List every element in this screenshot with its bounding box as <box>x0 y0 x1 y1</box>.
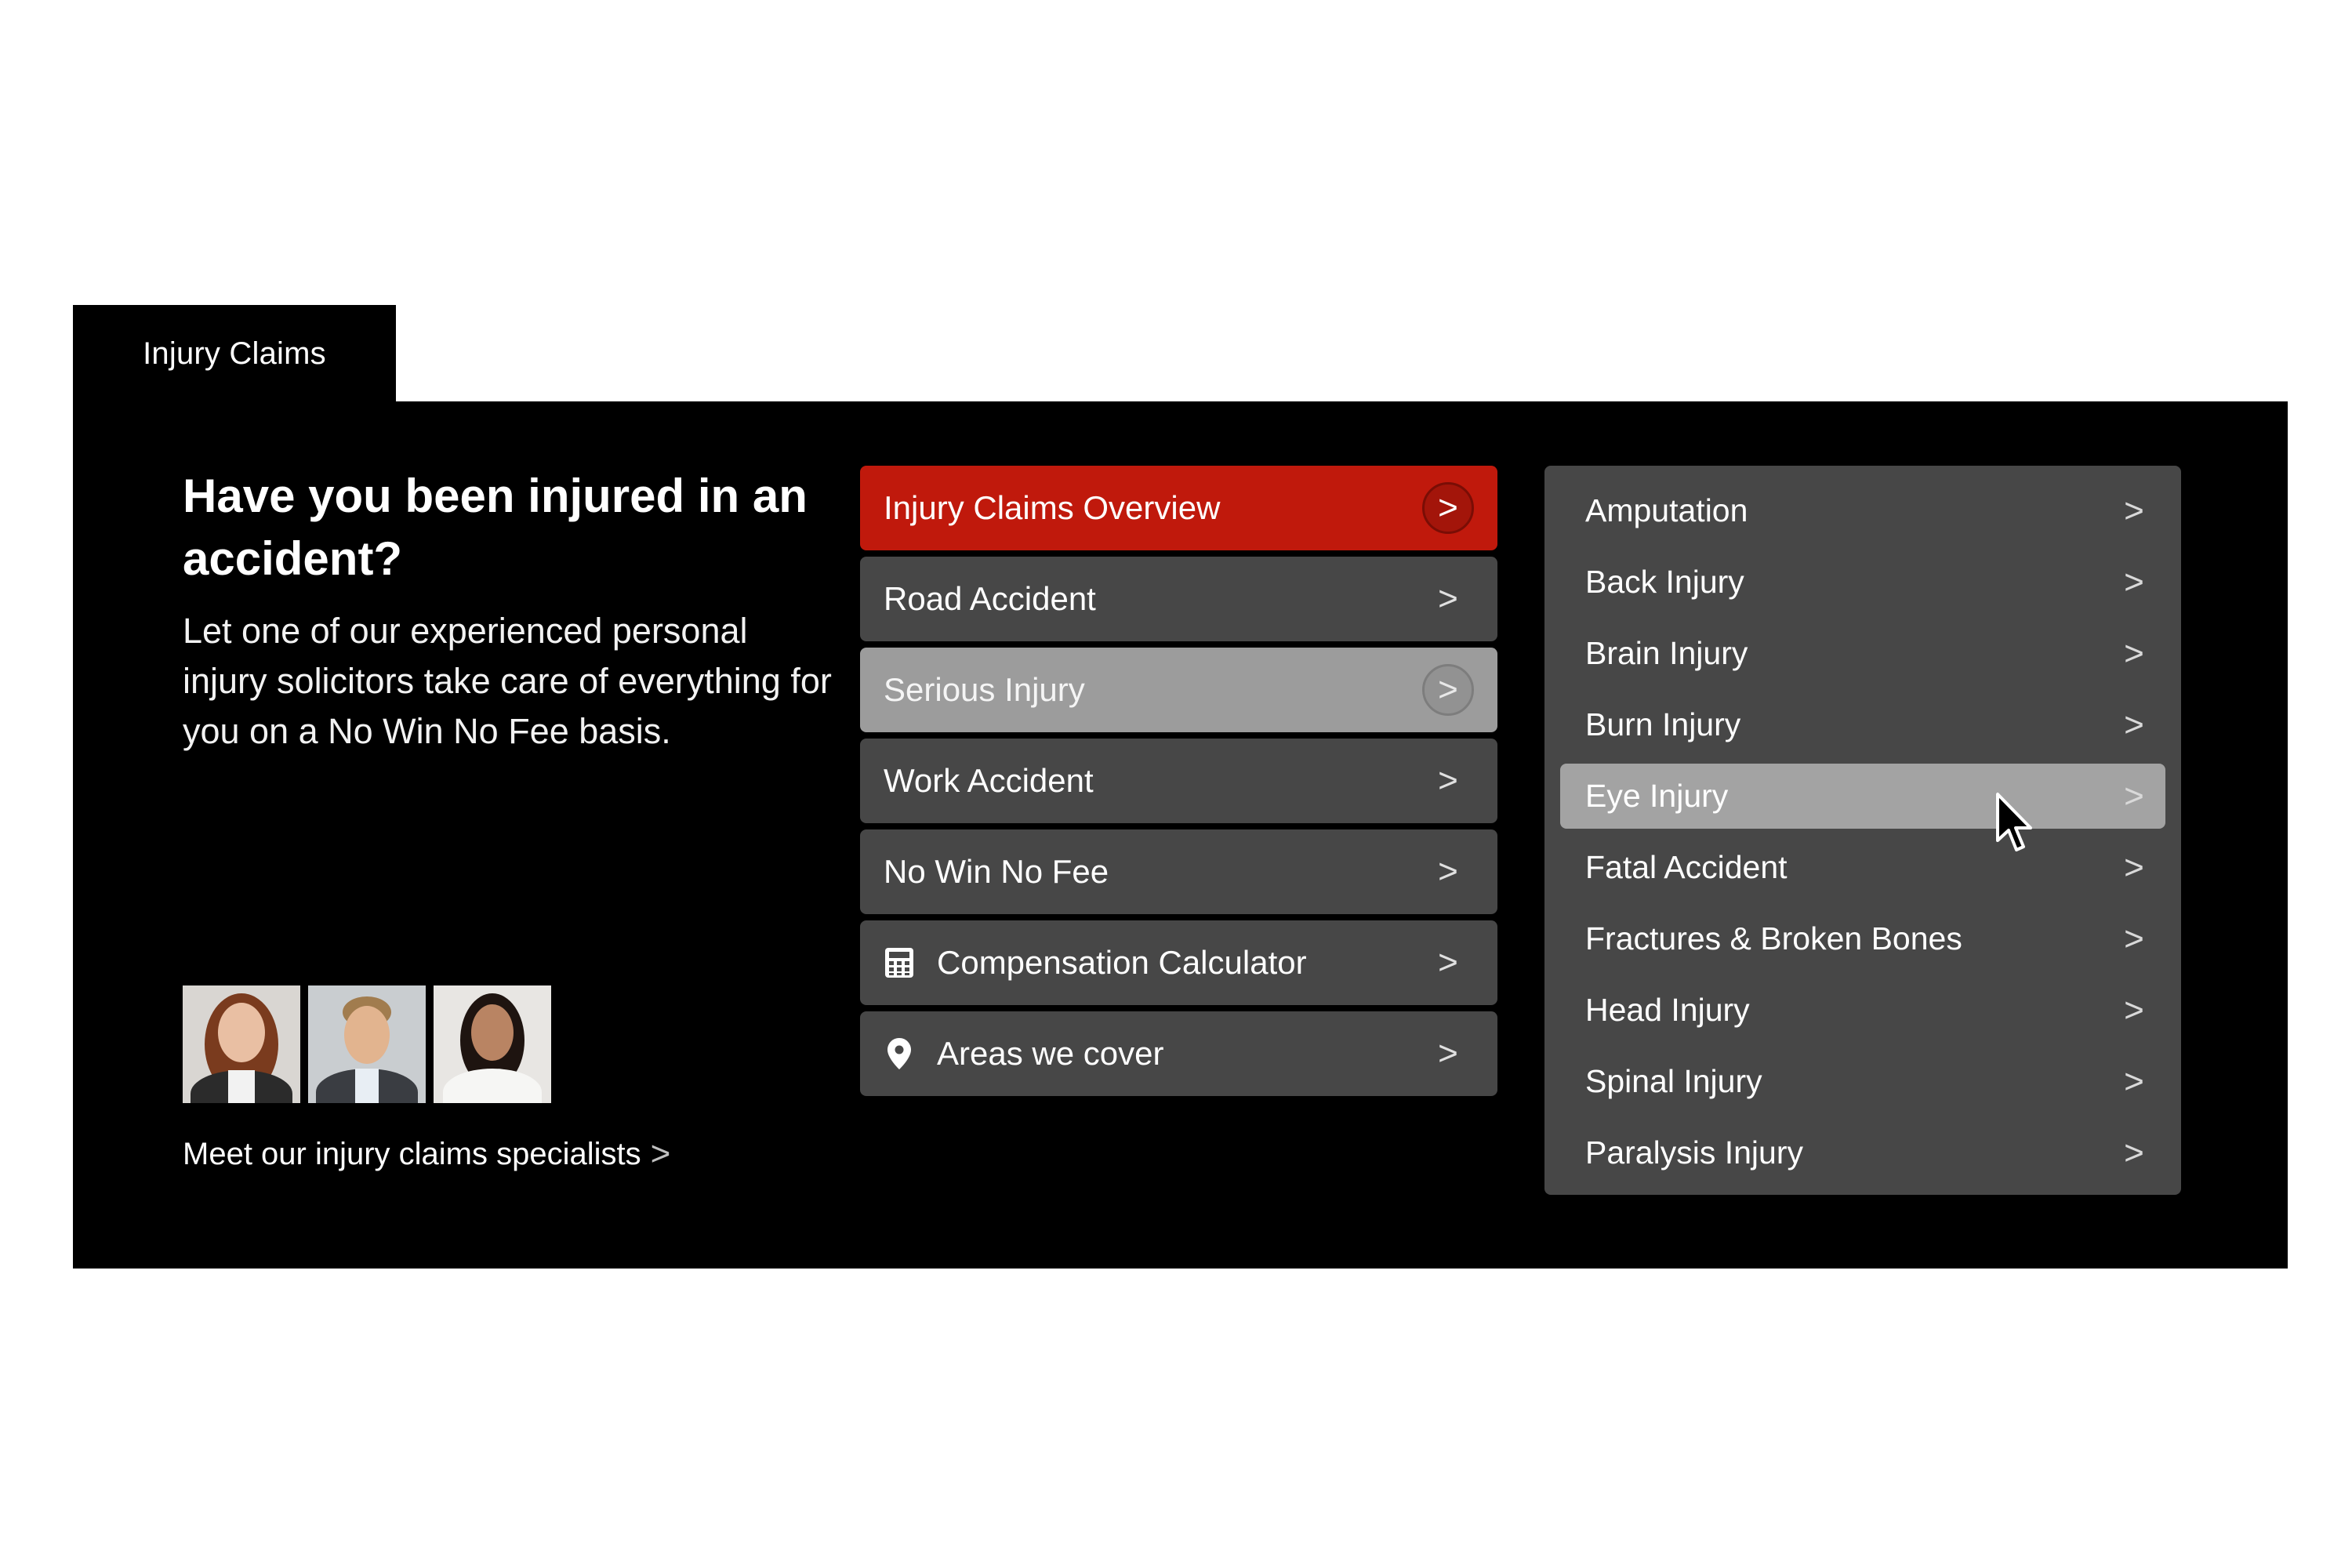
submenu-panel: Amputation > Back Injury > Brain Injury … <box>1544 466 2181 1195</box>
menu-item-road-accident[interactable]: Road Accident > <box>860 557 1497 641</box>
mouse-pointer-icon <box>1995 792 2034 855</box>
chevron-right-icon: > <box>2124 919 2144 958</box>
submenu-item-label: Brain Injury <box>1585 635 1748 671</box>
chevron-right-icon: > <box>2124 848 2144 887</box>
chevron-right-icon: > <box>1438 761 1458 800</box>
menu-item-label: Compensation Calculator <box>937 944 1307 981</box>
submenu-item-paralysis-injury[interactable]: Paralysis Injury > <box>1560 1120 2165 1185</box>
tab-injury-claims[interactable]: Injury Claims <box>73 305 396 402</box>
page: Injury Claims Have you been injured in a… <box>0 0 2352 1568</box>
intro-heading: Have you been injured in an accident? <box>183 470 808 585</box>
chevron-right-icon: > <box>1438 579 1458 618</box>
tab-label: Injury Claims <box>143 336 326 371</box>
menu-item-areas-we-cover[interactable]: Areas we cover > <box>860 1011 1497 1096</box>
intro-section: Have you been injured in an accident? Le… <box>183 465 833 757</box>
submenu-item-label: Burn Injury <box>1585 706 1741 742</box>
primary-menu: Injury Claims Overview > Road Accident >… <box>860 466 1497 1102</box>
chevron-right-icon: > <box>2124 1062 2144 1101</box>
submenu-item-fractures-broken-bones[interactable]: Fractures & Broken Bones > <box>1560 906 2165 971</box>
avatar <box>308 985 426 1103</box>
submenu-item-label: Amputation <box>1585 492 1748 528</box>
menu-item-no-win-no-fee[interactable]: No Win No Fee > <box>860 829 1497 914</box>
chevron-right-icon: > <box>2124 705 2144 744</box>
submenu-item-amputation[interactable]: Amputation > <box>1560 478 2165 543</box>
calculator-icon <box>884 947 915 978</box>
menu-item-work-accident[interactable]: Work Accident > <box>860 739 1497 823</box>
submenu-item-brain-injury[interactable]: Brain Injury > <box>1560 621 2165 686</box>
chevron-right-icon: > <box>2124 562 2144 601</box>
chevron-right-icon: > <box>2124 1133 2144 1172</box>
chevron-right-icon: > <box>1438 943 1458 982</box>
chevron-right-icon: > <box>1422 482 1474 534</box>
submenu-item-label: Fatal Accident <box>1585 849 1788 885</box>
submenu-item-eye-injury[interactable]: Eye Injury > <box>1560 764 2165 829</box>
meet-specialists-label: Meet our injury claims specialists <box>183 1137 641 1171</box>
submenu-item-spinal-injury[interactable]: Spinal Injury > <box>1560 1049 2165 1114</box>
chevron-right-icon: > <box>1422 664 1474 716</box>
menu-item-label: Work Accident <box>884 762 1094 799</box>
chevron-right-icon: > <box>2124 990 2144 1029</box>
specialist-avatars <box>183 985 551 1103</box>
intro-body: Let one of our experienced personal inju… <box>183 611 832 751</box>
avatar <box>434 985 551 1103</box>
submenu-item-label: Eye Injury <box>1585 778 1729 814</box>
submenu-item-label: Back Injury <box>1585 564 1744 600</box>
menu-item-label: No Win No Fee <box>884 853 1109 890</box>
chevron-right-icon: > <box>2124 491 2144 530</box>
menu-item-label: Road Accident <box>884 580 1096 617</box>
menu-item-label: Serious Injury <box>884 671 1085 708</box>
submenu-item-burn-injury[interactable]: Burn Injury > <box>1560 692 2165 757</box>
menu-item-label: Areas we cover <box>937 1035 1164 1072</box>
menu-item-injury-claims-overview[interactable]: Injury Claims Overview > <box>860 466 1497 550</box>
avatar <box>183 985 300 1103</box>
chevron-right-icon: > <box>2124 633 2144 673</box>
submenu-item-label: Fractures & Broken Bones <box>1585 920 1962 956</box>
chevron-right-icon: > <box>2124 776 2144 815</box>
submenu-item-fatal-accident[interactable]: Fatal Accident > <box>1560 835 2165 900</box>
menu-item-label: Injury Claims Overview <box>884 489 1221 526</box>
submenu-item-label: Spinal Injury <box>1585 1063 1762 1099</box>
chevron-right-icon: > <box>650 1134 671 1173</box>
location-pin-icon <box>884 1038 915 1069</box>
submenu-item-head-injury[interactable]: Head Injury > <box>1560 978 2165 1043</box>
chevron-right-icon: > <box>1438 1034 1458 1073</box>
meet-specialists-link[interactable]: Meet our injury claims specialists > <box>183 1134 670 1174</box>
chevron-right-icon: > <box>1438 852 1458 891</box>
menu-item-serious-injury[interactable]: Serious Injury > <box>860 648 1497 732</box>
submenu-item-label: Head Injury <box>1585 992 1750 1028</box>
submenu-item-back-injury[interactable]: Back Injury > <box>1560 550 2165 615</box>
submenu-item-label: Paralysis Injury <box>1585 1134 1803 1171</box>
menu-item-compensation-calculator[interactable]: Compensation Calculator > <box>860 920 1497 1005</box>
